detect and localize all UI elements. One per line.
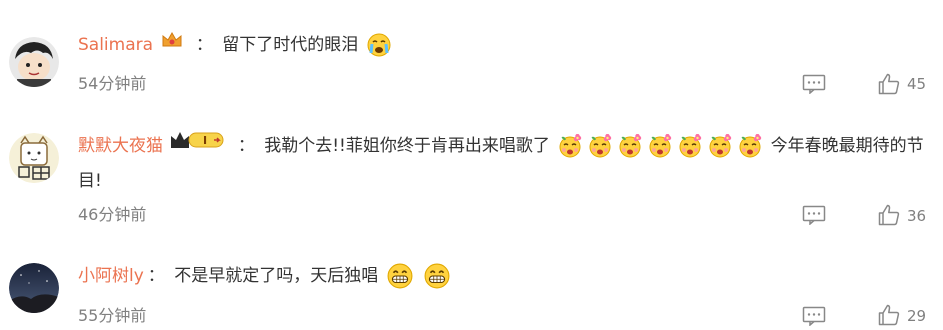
flower-emoji-icon — [678, 133, 702, 158]
comment-text: 不是早就定了吗，天后独唱 — [174, 266, 379, 286]
badge-level-text: I — [203, 134, 207, 147]
colon-separator: ： — [147, 266, 165, 286]
colon-separator: ： — [237, 136, 255, 156]
like-thumb-icon[interactable] — [878, 204, 900, 226]
reply-icon[interactable] — [802, 74, 826, 95]
like-thumb-icon[interactable] — [878, 304, 900, 326]
colon-separator: ： — [195, 35, 213, 55]
comment-item: Salimara ： 留下了时代的眼泪 54分钟前 45 — [0, 0, 943, 110]
flower-emoji-icon — [618, 133, 642, 158]
username-link[interactable]: 小阿树ly — [78, 266, 144, 286]
like-thumb-icon[interactable] — [878, 73, 900, 95]
comment-body: Salimara ： 留下了时代的眼泪 — [78, 28, 931, 62]
reply-icon[interactable] — [802, 306, 826, 327]
like-count: 45 — [907, 75, 927, 93]
avatar[interactable] — [9, 133, 59, 183]
crown-badge-icon — [160, 28, 184, 62]
like-count: 29 — [907, 307, 927, 325]
comment-item: 小阿树ly： 不是早就定了吗，天后独唱 55分钟前 29 — [0, 240, 943, 329]
flower-emoji-icon — [588, 133, 612, 158]
comment-time: 54分钟前 — [78, 74, 147, 93]
comment-item: 默默大夜猫 I ： 我勒个去!!菲姐你终于肯再出来唱歌了 今年春晚最期待的节目!… — [0, 110, 943, 240]
like-count: 36 — [907, 207, 927, 225]
username-link[interactable]: Salimara — [78, 35, 153, 55]
flower-emoji-icon — [648, 133, 672, 158]
comment-time: 55分钟前 — [78, 306, 147, 325]
member-level-badge-icon: I — [170, 128, 226, 164]
flower-emoji-icon — [558, 133, 582, 158]
comment-body: 小阿树ly： 不是早就定了吗，天后独唱 — [78, 259, 931, 293]
avatar[interactable] — [9, 37, 59, 87]
grin-emoji-icon — [387, 263, 413, 289]
reply-icon[interactable] — [802, 205, 826, 226]
grin-emoji-icon — [424, 263, 450, 289]
avatar[interactable] — [9, 263, 59, 313]
flower-emoji-icon — [738, 133, 762, 158]
comment-body: 默默大夜猫 I ： 我勒个去!!菲姐你终于肯再出来唱歌了 今年春晚最期待的节目! — [78, 128, 933, 198]
crying-emoji-icon — [367, 33, 391, 57]
comment-text: 留下了时代的眼泪 — [222, 35, 359, 55]
comment-time: 46分钟前 — [78, 205, 147, 224]
comment-text: 我勒个去!!菲姐你终于肯再出来唱歌了 — [264, 136, 550, 156]
flower-emoji-icon — [708, 133, 732, 158]
username-link[interactable]: 默默大夜猫 — [78, 136, 163, 156]
